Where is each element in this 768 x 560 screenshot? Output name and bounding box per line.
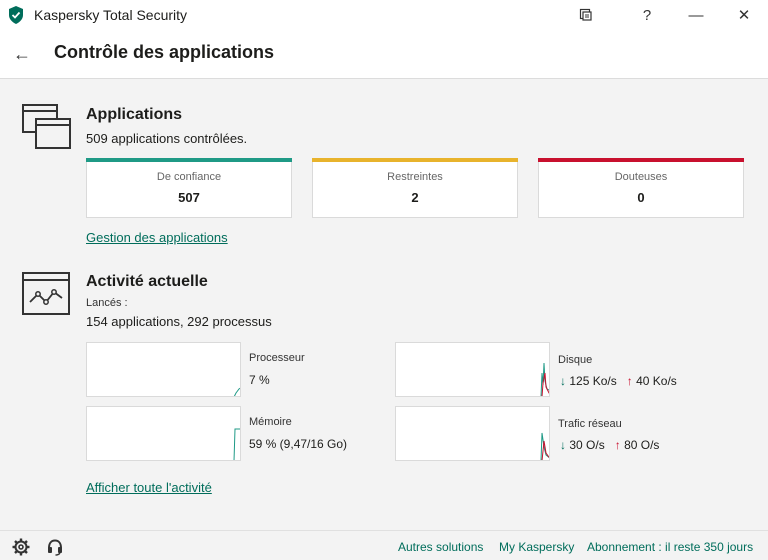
memory-value: 59 % (9,47/16 Go) [249, 437, 348, 451]
manage-applications-link[interactable]: Gestion des applications [86, 230, 228, 245]
trusted-color-bar [86, 158, 292, 162]
launched-label: Lancés : [86, 297, 128, 309]
back-button[interactable]: ← [8, 40, 36, 68]
applications-title: Applications [86, 106, 183, 123]
disk-label: Disque [558, 354, 593, 366]
page-header: ← Contrôle des applications [0, 30, 768, 79]
network-graph [395, 406, 550, 461]
page-title: Contrôle des applications [54, 42, 275, 62]
footer: Autres solutions My Kaspersky Abonnement… [0, 530, 768, 560]
suspicious-count: 0 [637, 190, 645, 205]
suspicious-label: Douteuses [614, 171, 668, 183]
network-label: Trafic réseau [558, 418, 622, 430]
settings-gear-icon[interactable] [12, 538, 30, 556]
upload-arrow-icon: ↑ [626, 374, 633, 388]
restricted-count: 2 [411, 190, 419, 205]
cpu-graph [86, 342, 241, 397]
my-kaspersky-link[interactable]: My Kaspersky [499, 540, 574, 554]
trusted-label: De confiance [156, 171, 222, 183]
network-values: ↓ 30 O/s ↑ 80 O/s [560, 438, 659, 452]
suspicious-card[interactable]: Douteuses 0 [538, 158, 744, 218]
suspicious-color-bar [538, 158, 744, 162]
upload-arrow-icon: ↑ [614, 438, 621, 452]
disk-values: ↓ 125 Ko/s ↑ 40 Ko/s [560, 374, 677, 388]
restricted-label: Restreintes [387, 171, 443, 183]
cpu-value: 7 % [249, 373, 270, 387]
network-up-value: 80 O/s [624, 438, 660, 452]
download-arrow-icon: ↓ [560, 438, 566, 452]
notifications-icon[interactable] [563, 0, 609, 30]
show-all-activity-link[interactable]: Afficher toute l'activité [86, 480, 212, 495]
close-button[interactable]: ✕ [721, 0, 767, 30]
cpu-label: Processeur [249, 352, 305, 364]
applications-count: 509 applications contrôlées. [86, 131, 248, 146]
help-button[interactable]: ? [624, 0, 670, 30]
restricted-card[interactable]: Restreintes 2 [312, 158, 518, 218]
support-headset-icon[interactable] [46, 538, 64, 556]
activity-title: Activité actuelle [86, 273, 208, 290]
app-title: Kaspersky Total Security [34, 7, 188, 23]
network-down-value: 30 O/s [569, 438, 605, 452]
minimize-button[interactable]: — [673, 0, 719, 30]
disk-graph [395, 342, 550, 397]
subscription-link[interactable]: Abonnement : il reste 350 jours [587, 540, 753, 554]
trusted-card[interactable]: De confiance 507 [86, 158, 292, 218]
disk-down-value: 125 Ko/s [569, 374, 617, 388]
disk-up-value: 40 Ko/s [636, 374, 677, 388]
memory-graph [86, 406, 241, 461]
restricted-color-bar [312, 158, 518, 162]
kaspersky-shield-icon [8, 6, 24, 24]
trusted-count: 507 [178, 190, 200, 205]
activity-chart-icon [22, 272, 70, 321]
title-bar: Kaspersky Total Security ? — ✕ [0, 0, 768, 30]
applications-windows-icon [22, 104, 72, 155]
launched-value: 154 applications, 292 processus [86, 314, 272, 329]
memory-label: Mémoire [249, 416, 292, 428]
other-solutions-link[interactable]: Autres solutions [398, 540, 483, 554]
download-arrow-icon: ↓ [560, 374, 566, 388]
